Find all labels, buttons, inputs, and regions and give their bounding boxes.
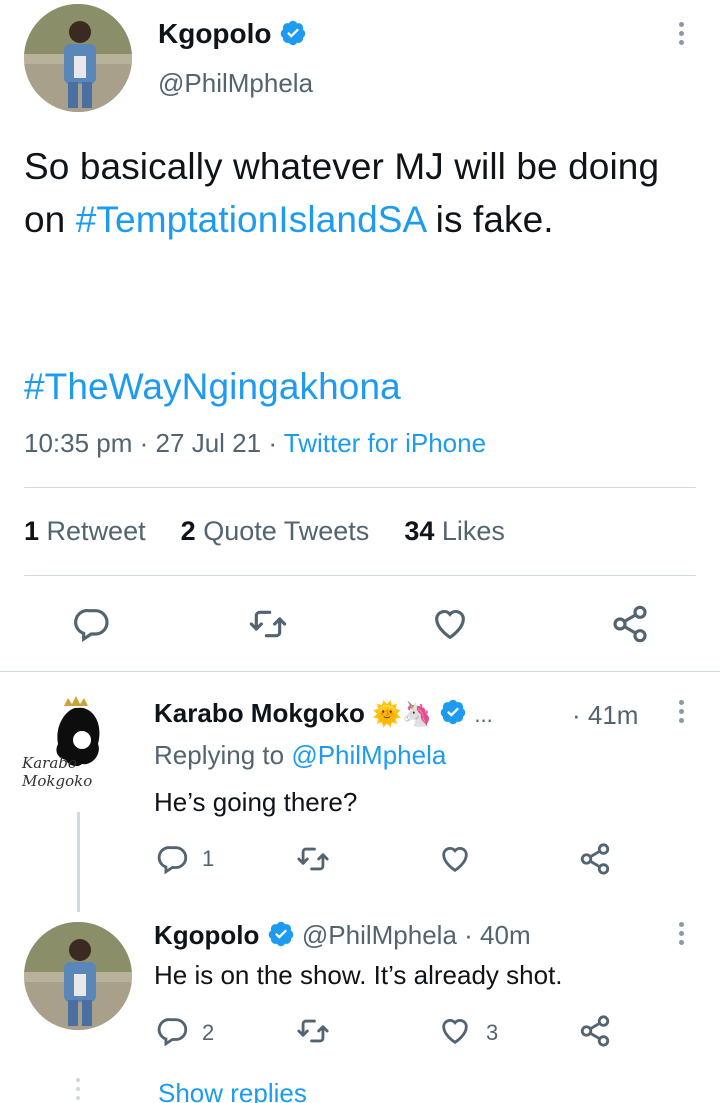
divider: [24, 487, 696, 488]
meta-separator: ·: [268, 428, 277, 458]
likes-stat[interactable]: 34 Likes: [404, 516, 505, 546]
reply-avatar[interactable]: Karabo Mokgoko: [18, 692, 136, 792]
emoji-icon: 🌞🦄: [372, 701, 432, 728]
author-avatar[interactable]: [24, 4, 132, 112]
reply-count: 2: [202, 1020, 215, 1045]
show-replies-link[interactable]: Show replies: [158, 1078, 307, 1103]
avatar-photo: [24, 922, 132, 1030]
share-icon[interactable]: [578, 1014, 612, 1048]
thread-line: [77, 812, 80, 912]
verified-badge-icon: [281, 20, 306, 46]
author-name[interactable]: Kgopolo: [158, 18, 272, 49]
thread-dots: [76, 1078, 80, 1100]
tweet-date: 27 Jul 21: [155, 428, 262, 458]
reply-count: 1: [202, 846, 215, 871]
like-count: 3: [486, 1020, 499, 1045]
tweet-client[interactable]: Twitter for iPhone: [284, 428, 486, 458]
reply-time[interactable]: · 41m: [572, 700, 638, 731]
tweet-text-plain-2: is fake.: [425, 199, 554, 240]
avatar-caption: Karabo Mokgoko: [22, 754, 93, 790]
quote-tweets-stat[interactable]: 2 Quote Tweets: [181, 516, 370, 546]
tweet-time: 10:35 pm: [24, 428, 133, 458]
reply-text: He is on the show. It’s already shot.: [154, 960, 563, 990]
reply-icon[interactable]: [156, 1014, 190, 1048]
tweet-text: So basically whatever MJ will be doing o…: [24, 140, 704, 246]
reply-author-row: Kgopolo @PhilMphela · 40m: [154, 920, 531, 951]
reply-author-row: Karabo Mokgoko 🌞🦄 ...: [154, 698, 493, 729]
heart-icon[interactable]: [430, 604, 470, 644]
more-vertical-icon[interactable]: [676, 700, 686, 723]
divider: [0, 671, 720, 672]
reply-author-handle[interactable]: @PhilMphela: [302, 920, 457, 950]
hashtag-link-2[interactable]: #TheWayNgingakhona: [24, 360, 401, 413]
retweet-icon[interactable]: [296, 842, 330, 876]
reply-author-avatar[interactable]: [24, 922, 132, 1030]
replying-to-handle[interactable]: @PhilMphela: [291, 740, 446, 770]
reply-text: He’s going there?: [154, 787, 358, 817]
retweets-stat[interactable]: 1 Retweet: [24, 516, 146, 546]
reply-author-name[interactable]: Karabo Mokgoko: [154, 698, 365, 728]
name-ellipsis: ...: [474, 702, 493, 727]
retweet-icon[interactable]: [248, 604, 288, 644]
share-icon[interactable]: [610, 604, 650, 644]
retweet-icon[interactable]: [296, 1014, 330, 1048]
meta-separator: ·: [139, 428, 149, 458]
reply-icon[interactable]: [72, 604, 112, 644]
heart-icon[interactable]: [438, 1014, 472, 1048]
more-vertical-icon[interactable]: [676, 22, 686, 45]
reply-time[interactable]: · 40m: [464, 920, 530, 950]
replying-prefix: Replying to: [154, 740, 292, 770]
share-icon[interactable]: [578, 842, 612, 876]
more-vertical-icon[interactable]: [676, 922, 686, 945]
heart-icon[interactable]: [438, 842, 472, 876]
verified-badge-icon: [268, 921, 293, 947]
avatar-photo: [24, 4, 132, 112]
author-handle[interactable]: @PhilMphela: [158, 68, 313, 99]
author-name-row: Kgopolo: [158, 18, 307, 50]
tweet-meta: 10:35 pm · 27 Jul 21 · Twitter for iPhon…: [24, 428, 486, 459]
divider: [24, 575, 696, 576]
hashtag-link[interactable]: #TemptationIslandSA: [76, 199, 426, 240]
replying-to: Replying to @PhilMphela: [154, 740, 446, 771]
reply-author-name[interactable]: Kgopolo: [154, 920, 259, 950]
tweet-stats: 1 Retweet 2 Quote Tweets 34 Likes: [24, 516, 505, 547]
verified-badge-icon: [440, 699, 466, 725]
reply-icon[interactable]: [156, 842, 190, 876]
